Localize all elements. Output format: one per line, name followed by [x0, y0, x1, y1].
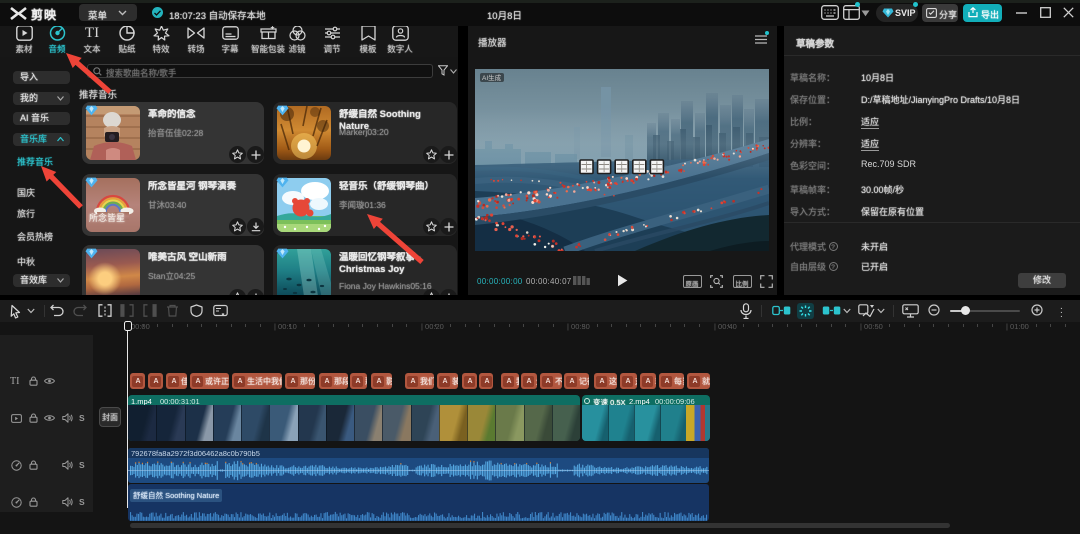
- svg-text:AI生成: AI生成: [482, 73, 502, 82]
